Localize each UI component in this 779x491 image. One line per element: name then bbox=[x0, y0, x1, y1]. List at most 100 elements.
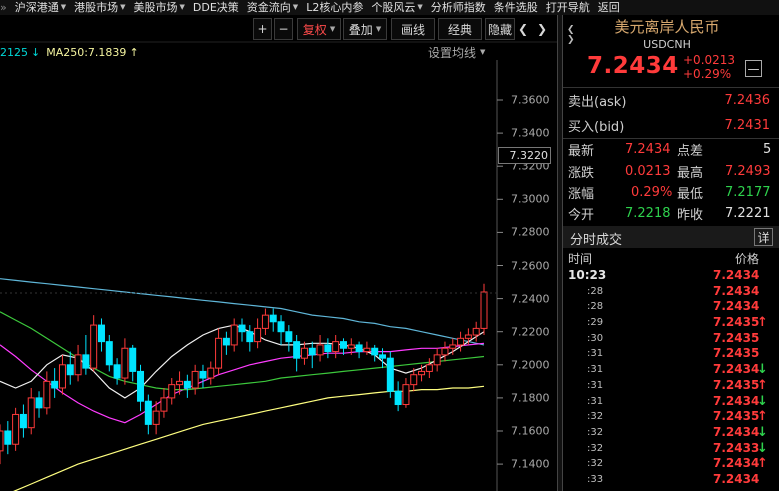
high-value: 7.2493 bbox=[725, 163, 771, 179]
arrow-up-icon: ↑ bbox=[757, 409, 768, 425]
trade-price: 7.2434 bbox=[713, 471, 760, 486]
quote-panel: ❮ ❯ 美元离岸人民币 USDCNH 7.2434 +0.0213 +0.29% … bbox=[563, 15, 779, 491]
candle-body bbox=[19, 413, 27, 429]
change-amount: 0.0213 bbox=[625, 163, 671, 179]
chevron-down-icon: ▼ bbox=[480, 48, 486, 56]
candle-body bbox=[246, 331, 254, 343]
classic-button[interactable]: 经典 bbox=[438, 18, 482, 40]
overlay-dropdown[interactable]: 叠加 ▼ bbox=[343, 18, 387, 40]
trade-time: :31 bbox=[587, 379, 604, 391]
candle-body bbox=[82, 354, 90, 369]
bid-row: 买入(bid) 7.2431 bbox=[563, 115, 773, 135]
ma-settings-dropdown[interactable]: 设置均线 ▼ bbox=[428, 44, 485, 60]
chevron-down-icon: ▼ bbox=[329, 25, 336, 33]
candle-body bbox=[12, 413, 20, 445]
trade-price: 7.2434 bbox=[713, 362, 760, 377]
candle-body bbox=[27, 397, 35, 429]
menu-item-label: 分析师指数 bbox=[430, 1, 486, 14]
price-tick: 7.1800 bbox=[511, 391, 550, 405]
price-axis: 7.3600 7.3400 7.3200 7.3000 7.2800 7.2600 7.24… bbox=[497, 0, 553, 491]
kline-chart[interactable] bbox=[0, 15, 557, 491]
trade-row: 10:23 7.2434 bbox=[563, 268, 779, 284]
candle-body bbox=[285, 331, 293, 343]
price-change: +0.0213 +0.29% bbox=[683, 53, 735, 81]
ask-label: 卖出(ask) bbox=[568, 94, 627, 110]
collapse-button[interactable]: — bbox=[745, 60, 762, 77]
candle-body bbox=[472, 327, 480, 336]
low-value: 7.2177 bbox=[725, 184, 771, 200]
candle-body bbox=[199, 370, 207, 379]
candle-body bbox=[332, 341, 340, 353]
trade-row: :33 7.2434 bbox=[563, 472, 779, 488]
candle-body bbox=[137, 370, 145, 402]
trade-time: :28 bbox=[587, 285, 604, 297]
menu-item-4[interactable]: 资金流向 ▼ bbox=[243, 0, 302, 15]
arrow-down-icon: ↓ bbox=[31, 45, 41, 59]
ask-row: 卖出(ask) 7.2436 bbox=[563, 90, 773, 110]
kline-chart-canvas[interactable] bbox=[0, 15, 557, 491]
menu-item-10[interactable]: 返回 bbox=[594, 0, 624, 15]
candle-body bbox=[464, 334, 472, 339]
menu-item-2[interactable]: 美股市场 ▼ bbox=[130, 0, 189, 15]
menu-item-7[interactable]: 分析师指数 bbox=[427, 0, 490, 15]
instrument-code: USDCNH bbox=[643, 38, 691, 51]
menu-item-0[interactable]: 沪深港通 ▼ bbox=[11, 0, 70, 15]
menu-item-label: L2核心内参 bbox=[306, 1, 364, 14]
col-time: 时间 bbox=[568, 252, 593, 266]
zoom-out-button[interactable]: − bbox=[274, 18, 293, 40]
candle-body bbox=[0, 430, 4, 452]
candle-body bbox=[480, 291, 488, 329]
trade-price: 7.2435 bbox=[713, 315, 760, 330]
candle-body bbox=[394, 390, 402, 406]
trade-row: :31 7.2435 bbox=[563, 346, 779, 362]
candle-body bbox=[433, 354, 441, 366]
bid-value: 7.2431 bbox=[724, 117, 771, 133]
ma-settings-label: 设置均线 bbox=[428, 45, 477, 60]
ma-legend: 2125 ↓ MA250:7.1839 ↑ bbox=[0, 44, 139, 60]
last-price: 7.2434 bbox=[587, 53, 679, 79]
prev-close-value: 7.2221 bbox=[725, 205, 771, 221]
latest-label: 最新 bbox=[568, 143, 595, 159]
candle-body bbox=[339, 341, 347, 349]
price-tick: 7.3000 bbox=[511, 192, 550, 206]
menu-item-3[interactable]: DDE决策 bbox=[189, 0, 243, 15]
menu-fragment[interactable]: » bbox=[0, 0, 11, 15]
menu-item-1[interactable]: 港股市场 ▼ bbox=[70, 0, 129, 15]
fuquan-dropdown[interactable]: 复权 ▼ bbox=[297, 18, 341, 40]
price-tick: 7.1600 bbox=[511, 424, 550, 438]
draw-line-button[interactable]: 画线 bbox=[391, 18, 435, 40]
detail-button[interactable]: 详 bbox=[754, 228, 773, 246]
trade-time: :28 bbox=[587, 301, 604, 313]
arrow-down-icon: ↓ bbox=[757, 424, 768, 440]
trade-row: :31 7.2435 ↑ bbox=[563, 378, 779, 394]
candle-body bbox=[144, 400, 152, 425]
menu-item-6[interactable]: 个股风云 ▼ bbox=[367, 0, 426, 15]
menu-item-5[interactable]: L2核心内参 bbox=[302, 0, 367, 15]
trade-price: 7.2434 bbox=[713, 456, 760, 471]
top-menu-bar: » 沪深港通 ▼ 港股市场 ▼ 美股市场 ▼ DDE决策 资金流向 ▼ L2核心内参 个股风云 ▼ 分… bbox=[0, 0, 779, 15]
candle-body bbox=[215, 337, 223, 369]
candle-body bbox=[347, 344, 355, 349]
candle-body bbox=[121, 347, 129, 379]
candle-body bbox=[269, 314, 277, 323]
menu-item-label: 港股市场 bbox=[74, 1, 119, 14]
price-tick: 7.3600 bbox=[511, 93, 550, 107]
trade-price: 7.2434 bbox=[713, 268, 760, 282]
trade-list[interactable]: 10:23 7.2434:28 7.2434:28 7.2434:29 7.2435 ↑:… bbox=[563, 268, 779, 488]
candle-body bbox=[207, 367, 215, 379]
trade-price: 7.2434 bbox=[713, 424, 760, 439]
candle-body bbox=[191, 370, 199, 389]
trade-price: 7.2434 bbox=[713, 283, 760, 298]
pct-label: 涨幅 bbox=[568, 186, 595, 202]
ma-line-yellow bbox=[13, 385, 485, 491]
candle-body bbox=[261, 314, 269, 329]
change-percent: +0.29% bbox=[683, 67, 732, 81]
trade-ticks-header: 分时成交 详 bbox=[563, 226, 779, 248]
trade-row: :29 7.2435 ↑ bbox=[563, 315, 779, 331]
menu-item-label: 资金流向 bbox=[246, 1, 291, 14]
trade-time: :30 bbox=[587, 332, 604, 344]
zoom-in-button[interactable]: + bbox=[253, 18, 272, 40]
candle-body bbox=[379, 354, 387, 359]
bid-label: 买入(bid) bbox=[568, 119, 625, 135]
candle-body bbox=[43, 380, 51, 409]
